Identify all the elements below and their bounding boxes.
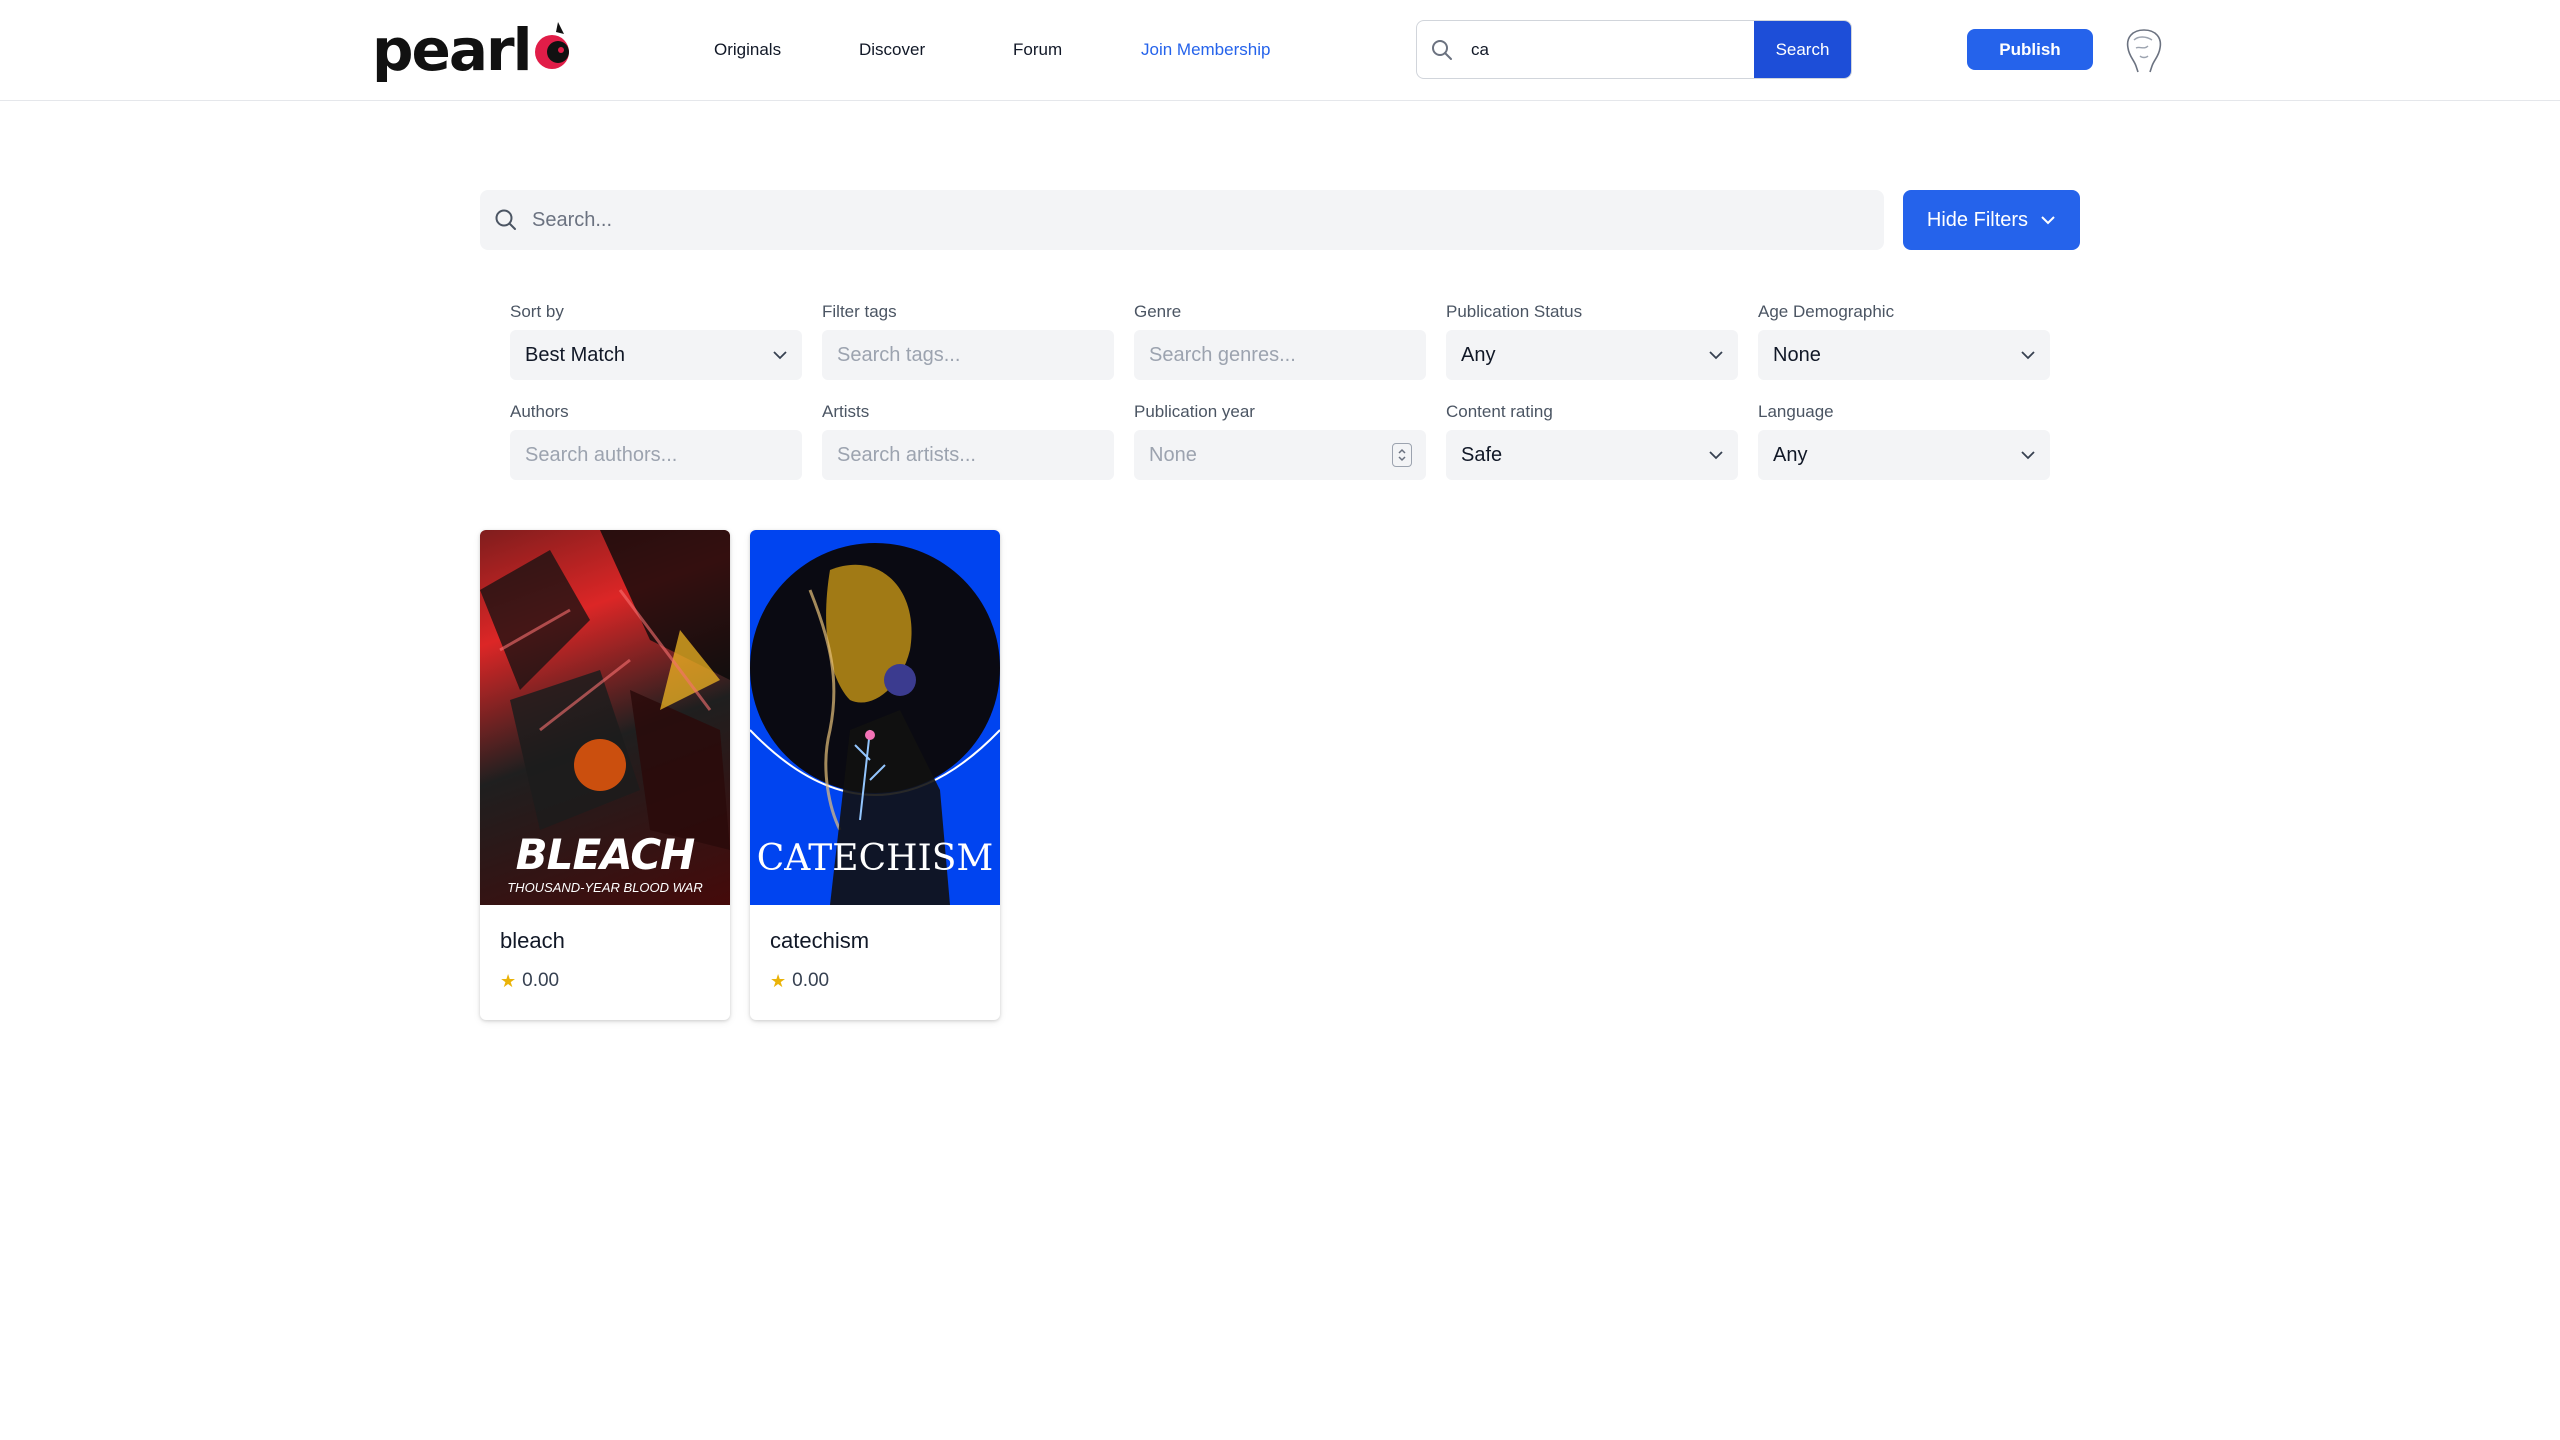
logo-text: pearl [372,16,532,84]
card-title: bleach [500,928,565,953]
chevron-down-icon [773,351,787,360]
main-search-input[interactable] [532,208,1884,232]
chevron-down-icon [2021,451,2035,460]
search-icon [480,208,532,232]
header-search: Search [1416,20,1852,79]
chevron-down-icon [2021,351,2035,360]
star-icon: ★ [500,970,517,991]
nav-originals[interactable]: Originals [714,0,781,100]
sort-by-value: Best Match [525,343,626,366]
chevron-down-icon [1709,351,1723,360]
chevron-down-icon [1709,451,1723,460]
publication-status-value: Any [1461,343,1496,366]
age-demographic-select[interactable]: None [1758,330,2050,380]
publication-year-input[interactable]: None [1134,430,1426,480]
publication-year-label: Publication year [1134,402,1255,421]
content-rating-select[interactable]: Safe [1446,430,1738,480]
card-rating: ★ 0.00 [770,970,829,992]
card-title: catechism [770,928,870,953]
header-search-input[interactable] [1467,21,1754,78]
avatar[interactable] [2122,26,2166,74]
genre-input[interactable]: Search genres... [1134,330,1426,380]
rating-value: 0.00 [792,970,830,991]
age-demographic-label: Age Demographic [1758,302,1895,321]
nav-discover[interactable]: Discover [859,0,925,100]
cover-subtitle-bleach: THOUSAND-YEAR BLOOD WAR [507,880,703,895]
cover-image-catechism: CATECHISM [750,530,1000,905]
top-header: pearl Originals Discover Forum Join Memb… [0,0,2560,101]
star-icon: ★ [770,970,787,991]
cover-image-bleach: BLEACH THOUSAND-YEAR BLOOD WAR [480,530,730,905]
content-rating-value: Safe [1461,443,1503,466]
year-stepper-icon[interactable] [1392,443,1412,467]
artists-input[interactable]: Search artists... [822,430,1114,480]
artists-label: Artists [822,402,870,421]
nav-join-membership[interactable]: Join Membership [1141,0,1270,100]
filter-tags-input[interactable]: Search tags... [822,330,1114,380]
authors-input[interactable]: Search authors... [510,430,802,480]
logo-mark-icon [535,22,569,69]
publication-year-placeholder: None [1149,443,1197,466]
header-search-button[interactable]: Search [1754,21,1851,78]
cover-title-catechism: CATECHISM [756,838,994,879]
age-demographic-value: None [1773,343,1821,366]
publish-button[interactable]: Publish [1967,29,2093,70]
content-rating-label: Content rating [1446,402,1553,421]
publication-status-label: Publication Status [1446,302,1583,321]
pearl-logo[interactable]: pearl [372,16,569,84]
genre-label: Genre [1134,302,1182,321]
language-select[interactable]: Any [1758,430,2050,480]
authors-label: Authors [510,402,569,421]
sort-by-label: Sort by [510,302,564,321]
search-icon [1417,21,1467,78]
card-rating: ★ 0.00 [500,970,559,992]
nav-forum[interactable]: Forum [1013,0,1062,100]
rating-value: 0.00 [522,970,560,991]
language-value: Any [1773,443,1808,466]
result-card-catechism[interactable]: CATECHISM catechism ★ 0.00 [750,530,1000,1020]
main-search-bar [480,190,1884,250]
language-label: Language [1758,402,1834,421]
chevron-down-icon [2041,216,2055,225]
hide-filters-label: Hide Filters [1926,208,2029,231]
sort-by-select[interactable]: Best Match [510,330,802,380]
publication-status-select[interactable]: Any [1446,330,1738,380]
filter-tags-label: Filter tags [822,302,897,321]
cover-title-bleach: BLEACH [515,830,696,879]
result-card-bleach[interactable]: BLEACH THOUSAND-YEAR BLOOD WAR bleach ★ … [480,530,730,1020]
hide-filters-button[interactable]: Hide Filters [1903,190,2080,250]
